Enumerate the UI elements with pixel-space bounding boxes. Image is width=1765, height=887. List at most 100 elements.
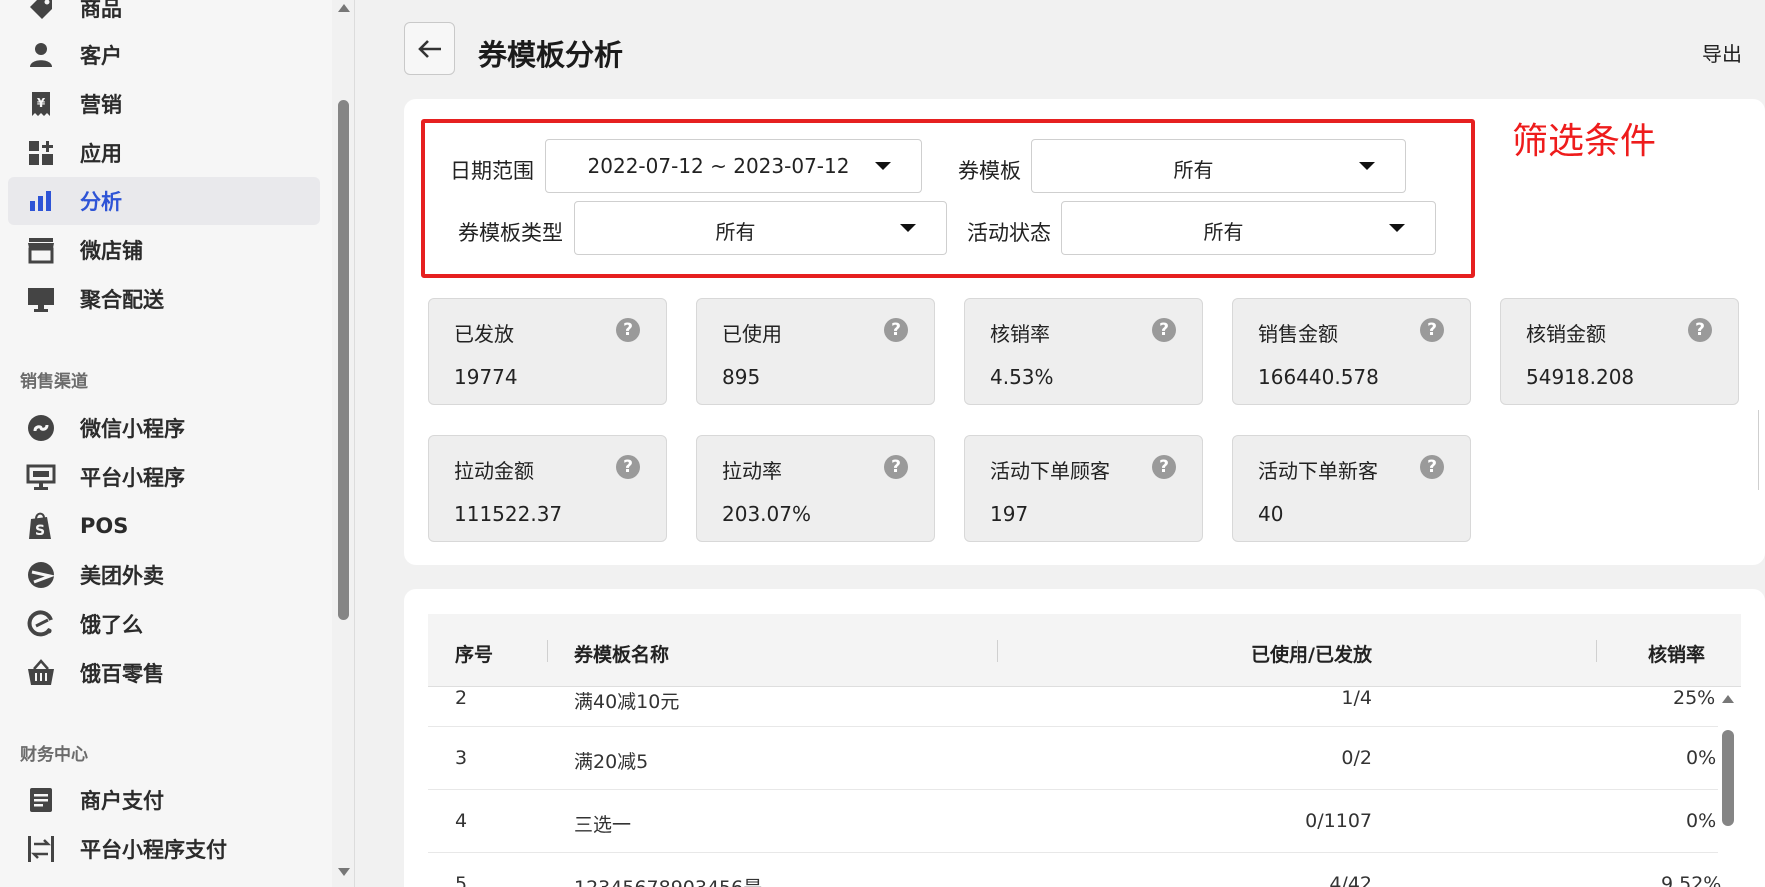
table-row[interactable]: 2 满40减10元 1/4 25% (428, 687, 1718, 727)
sidebar-divider (354, 0, 355, 887)
scroll-up-arrow-icon[interactable] (338, 4, 350, 12)
stat-title: 已发放 (454, 322, 514, 346)
table-header: 序号 券模板名称 已使用/已发放 核销率 (428, 614, 1741, 687)
shopify-bag-icon: S (26, 511, 56, 541)
store-icon (26, 235, 56, 265)
table-row[interactable]: 4 三选一 0/1107 0% (428, 790, 1718, 853)
sidebar-item-platform-miniprogram[interactable]: 平台小程序 (0, 453, 320, 501)
cell-rate: 0% (1686, 810, 1717, 832)
sidebar-item-label: 微信小程序 (80, 417, 185, 441)
help-icon[interactable]: ? (884, 318, 908, 342)
help-icon[interactable]: ? (616, 455, 640, 479)
arrow-left-icon (417, 39, 441, 58)
section-title-finance: 财务中心 (20, 745, 88, 765)
column-divider[interactable] (1596, 640, 1597, 662)
sidebar-item-label: 客户 (80, 44, 122, 68)
sidebar-item-store[interactable]: 微店铺 (0, 226, 320, 274)
sidebar-scrollbar[interactable] (332, 0, 354, 887)
chevron-down-icon (875, 162, 891, 170)
apps-icon (26, 138, 56, 168)
template-select[interactable]: 所有 (1031, 139, 1406, 193)
voucher-icon: ¥ (26, 89, 56, 119)
table-row[interactable]: 3 满20减5 0/2 0% (428, 727, 1718, 790)
sidebar-item-delivery[interactable]: 聚合配送 (0, 275, 320, 323)
column-header-no: 序号 (455, 644, 494, 666)
status-label: 活动状态 (967, 221, 1051, 245)
stat-value: 166440.578 (1258, 365, 1379, 389)
export-button[interactable]: 导出 (1702, 38, 1742, 67)
sidebar-item-wechat-miniprogram[interactable]: 微信小程序 (0, 404, 320, 452)
stat-value: 197 (990, 502, 1029, 526)
stat-card: 核销金额 ? 54918.208 (1500, 298, 1739, 405)
sidebar-item-label: 饿百零售 (80, 662, 164, 686)
column-divider[interactable] (1297, 640, 1298, 662)
stat-title: 拉动金额 (454, 459, 534, 483)
sidebar-item-apps[interactable]: 应用 (0, 129, 320, 177)
section-title-sales: 销售渠道 (20, 372, 88, 392)
status-select[interactable]: 所有 (1061, 201, 1436, 255)
status-value: 所有 (1203, 220, 1244, 244)
sidebar-item-ebai-retail[interactable]: 饿百零售 (0, 649, 320, 697)
sidebar-item-label: 微店铺 (80, 239, 143, 263)
table-scroll-up-icon[interactable] (1722, 695, 1734, 703)
stat-card: 活动下单新客 ? 40 (1232, 435, 1471, 542)
help-icon[interactable]: ? (884, 455, 908, 479)
table-row[interactable]: 5 12345678903456是 4/42 9.52% (428, 853, 1721, 887)
basket-icon (26, 658, 56, 688)
column-divider[interactable] (547, 640, 548, 662)
sidebar-item-products[interactable]: 商品 (0, 0, 320, 32)
stat-card: 拉动率 ? 203.07% (696, 435, 935, 542)
sidebar-item-label: 平台小程序支付 (80, 838, 227, 862)
stat-title: 核销金额 (1526, 322, 1606, 346)
help-icon[interactable]: ? (1152, 318, 1176, 342)
sidebar: 商品 客户 ¥ 营销 应用 分析 微店铺 聚合配送 销售渠道 微信小程序 平台小… (0, 0, 332, 887)
sidebar-item-pos[interactable]: S POS (0, 502, 320, 550)
help-icon[interactable]: ? (616, 318, 640, 342)
date-range-select[interactable]: 2022-07-12 ~ 2023-07-12 (545, 139, 922, 193)
sidebar-item-label: 平台小程序 (80, 466, 185, 490)
cell-name: 满20减5 (574, 751, 649, 773)
sidebar-item-meituan[interactable]: 美团外卖 (0, 551, 320, 599)
sidebar-item-customers[interactable]: 客户 (0, 31, 320, 79)
stat-value: 19774 (454, 365, 518, 389)
stat-title: 拉动率 (722, 459, 782, 483)
sidebar-item-label: 美团外卖 (80, 564, 164, 588)
column-header-name: 券模板名称 (574, 644, 670, 666)
stat-card: 活动下单顾客 ? 197 (964, 435, 1203, 542)
help-icon[interactable]: ? (1152, 455, 1176, 479)
column-divider[interactable] (997, 640, 998, 662)
back-button[interactable] (404, 22, 455, 75)
sidebar-item-label: 商户支付 (80, 789, 164, 813)
cell-no: 2 (455, 687, 468, 709)
sidebar-item-label: 分析 (80, 190, 122, 214)
help-icon[interactable]: ? (1688, 318, 1712, 342)
filter-annotation: 筛选条件 (1512, 121, 1657, 162)
stat-value: 895 (722, 365, 761, 389)
platform-icon (26, 462, 56, 492)
scroll-thumb[interactable] (338, 100, 349, 620)
help-icon[interactable]: ? (1420, 318, 1444, 342)
tag-icon (26, 0, 56, 23)
monitor-icon (26, 284, 56, 314)
stat-value: 111522.37 (454, 502, 563, 526)
user-icon (26, 40, 56, 70)
table-scroll-thumb[interactable] (1722, 730, 1734, 826)
cell-name: 12345678903456是 (574, 873, 762, 887)
scroll-down-arrow-icon[interactable] (338, 868, 350, 876)
sidebar-item-merchant-pay[interactable]: 商户支付 (0, 776, 320, 824)
sidebar-item-eleme[interactable]: 饿了么 (0, 600, 320, 648)
help-icon[interactable]: ? (1420, 455, 1444, 479)
svg-text:¥: ¥ (37, 96, 46, 110)
stat-card: 已发放 ? 19774 (428, 298, 667, 405)
sidebar-item-marketing[interactable]: ¥ 营销 (0, 80, 320, 128)
column-header-rate: 核销率 (1647, 644, 1705, 666)
sidebar-item-analytics[interactable]: 分析 (8, 177, 320, 225)
template-type-select[interactable]: 所有 (574, 201, 947, 255)
sidebar-item-platform-pay[interactable]: 平台小程序支付 (0, 825, 320, 873)
cell-ratio: 4/42 (1329, 873, 1372, 887)
template-value: 所有 (1173, 158, 1214, 182)
stat-title: 销售金额 (1258, 322, 1338, 346)
stat-card: 核销率 ? 4.53% (964, 298, 1203, 405)
stat-title: 活动下单新客 (1258, 459, 1378, 483)
svg-text:S: S (35, 523, 45, 539)
